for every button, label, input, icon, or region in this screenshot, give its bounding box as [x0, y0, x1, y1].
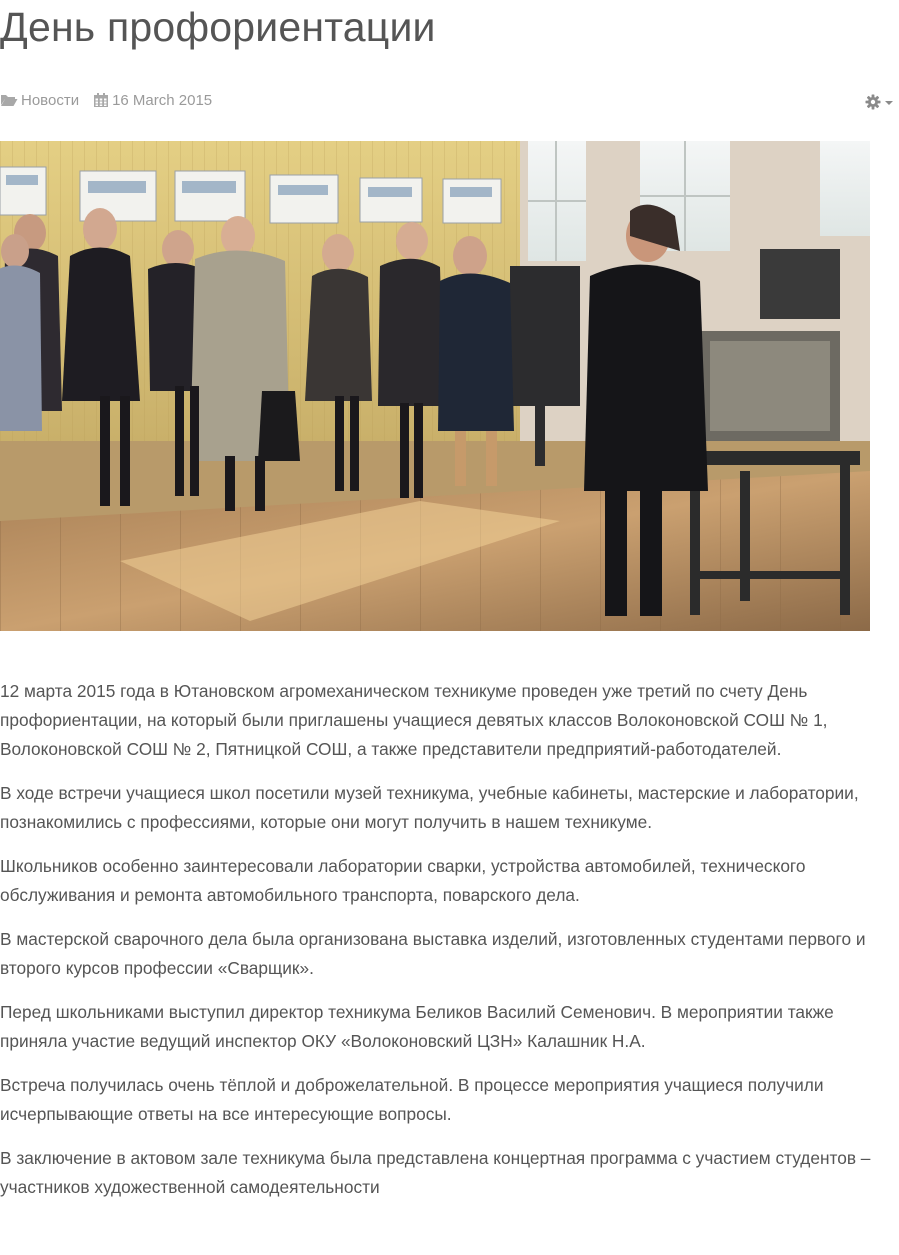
article-paragraph: Встреча получилась очень тёплой и доброж…: [0, 1075, 824, 1124]
category-link[interactable]: Новости: [0, 92, 79, 109]
page-title: День профориентации: [0, 4, 436, 50]
article-paragraph: В мастерской сварочного дела была органи…: [0, 929, 866, 978]
folder-open-icon: [1, 95, 18, 106]
gear-icon: [865, 94, 881, 110]
calendar-icon: [94, 93, 109, 107]
article-tools-dropdown[interactable]: [865, 94, 893, 110]
article-meta: Новости 16 March 2015: [0, 89, 226, 111]
article-paragraph: Школьников особенно заинтересовали лабор…: [0, 856, 806, 905]
article-body: 12 марта 2015 года в Ютановском агромеха…: [0, 677, 899, 1217]
article-photo: [0, 141, 870, 631]
category-label: Новости: [21, 91, 80, 109]
chevron-down-icon: [885, 101, 893, 105]
article-paragraph: 12 марта 2015 года в Ютановском агромеха…: [0, 681, 828, 759]
date-label: 16 March 2015: [112, 91, 213, 109]
article-paragraph: В ходе встречи учащиеся школ посетили му…: [0, 783, 859, 832]
article-paragraph: В заключение в актовом зале техникума бы…: [0, 1148, 871, 1197]
article-paragraph: Перед школьниками выступил директор техн…: [0, 1002, 834, 1051]
publish-date: 16 March 2015: [93, 92, 212, 109]
